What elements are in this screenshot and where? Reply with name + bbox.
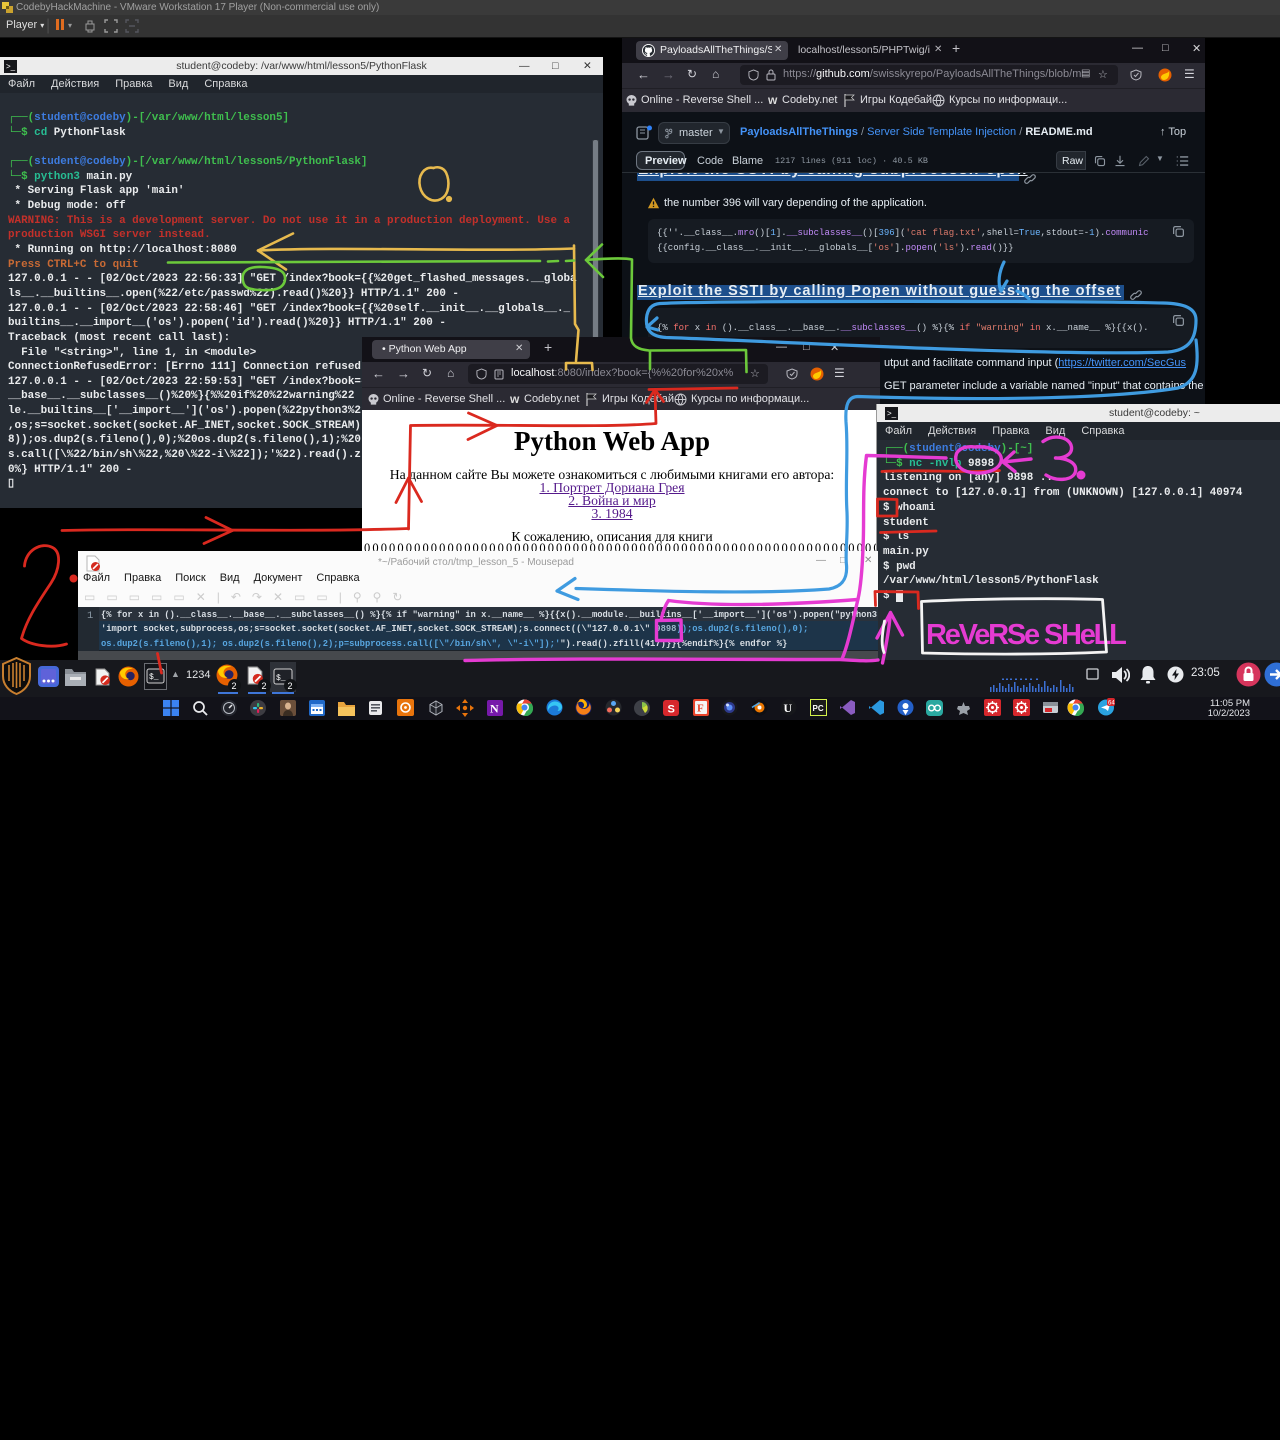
svg-text:2: 2 xyxy=(262,681,267,691)
svg-text:64: 64 xyxy=(1108,701,1115,707)
svg-text:2: 2 xyxy=(288,681,293,691)
svg-text:U: U xyxy=(784,701,793,715)
svg-text:F: F xyxy=(697,703,704,715)
svg-text:N: N xyxy=(490,702,499,716)
svg-text:>_: >_ xyxy=(6,62,16,71)
svg-text:PC: PC xyxy=(813,704,824,713)
svg-text:>_: >_ xyxy=(887,409,897,418)
svg-text:$_: $_ xyxy=(149,673,159,682)
svg-text:2: 2 xyxy=(232,681,237,691)
svg-text:S: S xyxy=(668,704,675,716)
